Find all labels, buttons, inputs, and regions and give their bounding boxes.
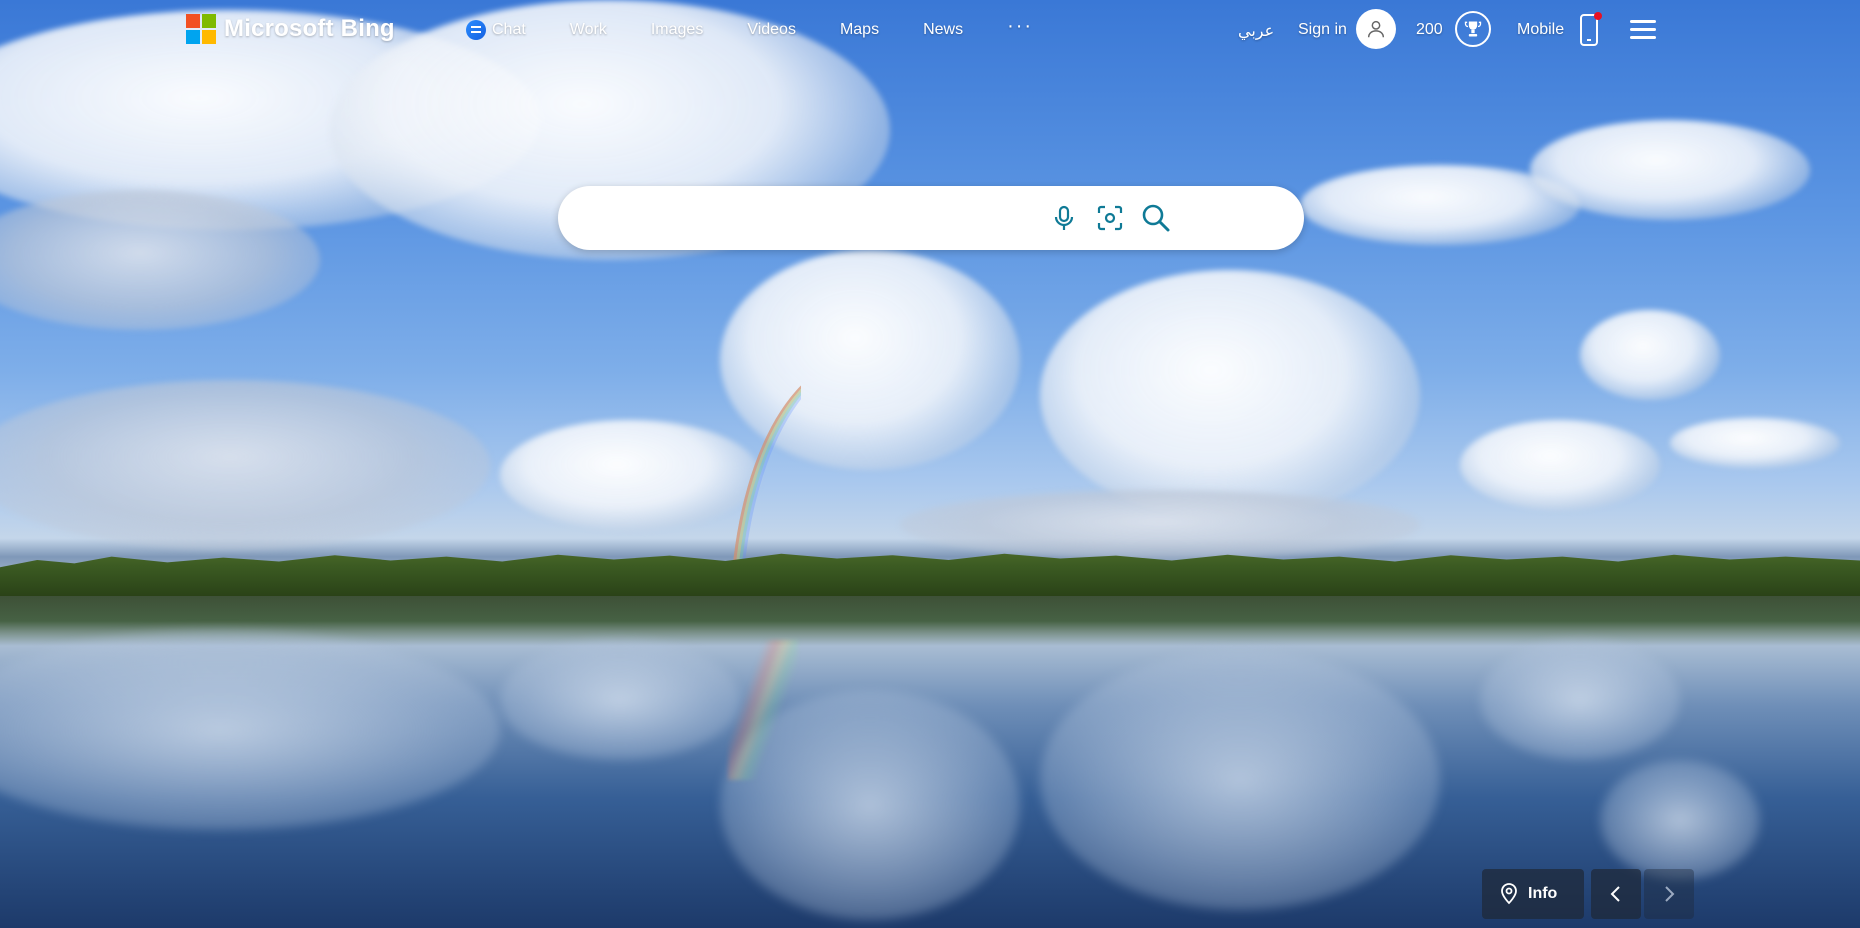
- search-icon: [1142, 204, 1170, 232]
- notification-dot: [1594, 12, 1602, 20]
- hamburger-icon: [1630, 20, 1656, 23]
- cloud: [0, 380, 490, 550]
- previous-image-button[interactable]: [1591, 869, 1641, 919]
- image-info-button[interactable]: Info: [1482, 869, 1584, 919]
- search-submit-button[interactable]: [1140, 202, 1172, 234]
- chevron-right-icon: [1665, 886, 1675, 902]
- background-image: [0, 0, 1860, 928]
- cloud: [1670, 418, 1840, 468]
- info-label: Info: [1528, 885, 1558, 902]
- microphone-icon: [1054, 205, 1074, 230]
- mobile-link[interactable]: Mobile: [1517, 21, 1564, 39]
- chevron-left-icon: [1610, 886, 1620, 902]
- tree-line: [0, 553, 1860, 596]
- hamburger-menu-button[interactable]: [1630, 20, 1656, 40]
- location-pin-icon: [1501, 883, 1517, 905]
- cloud-reflection: [500, 640, 740, 760]
- language-link[interactable]: عربي: [1238, 21, 1274, 41]
- hamburger-icon: [1630, 36, 1656, 39]
- camera-icon: [1097, 205, 1123, 231]
- cloud: [1460, 420, 1660, 510]
- sign-in-link[interactable]: Sign in: [1298, 21, 1347, 39]
- trophy-icon[interactable]: [1455, 11, 1491, 47]
- cloud-reflection: [1480, 640, 1680, 760]
- visual-search-button[interactable]: [1094, 202, 1126, 234]
- cloud: [1580, 310, 1720, 400]
- phone-icon[interactable]: [1580, 12, 1602, 46]
- cloud-reflection: [1600, 760, 1760, 880]
- cloud-reflection: [1040, 650, 1440, 910]
- cloud: [900, 490, 1420, 560]
- next-image-button[interactable]: [1644, 869, 1694, 919]
- rewards-points[interactable]: 200: [1416, 21, 1443, 39]
- cloud: [500, 420, 760, 530]
- cloud: [1040, 270, 1420, 520]
- user-avatar-button[interactable]: [1356, 9, 1396, 49]
- bing-homepage: Microsoft Bing Chat Work Images Videos M…: [0, 0, 1860, 928]
- hamburger-icon: [1630, 28, 1656, 31]
- voice-search-button[interactable]: [1048, 202, 1080, 234]
- trophy-glyph: [1464, 21, 1482, 37]
- header-right-group: عربي Sign in 200 Mobile: [0, 8, 1860, 52]
- search-box: [558, 186, 1304, 250]
- cloud: [1530, 120, 1810, 220]
- top-header: Microsoft Bing Chat Work Images Videos M…: [0, 0, 1860, 60]
- rainbow-reflection: [728, 640, 798, 780]
- cloud-reflection: [0, 630, 500, 830]
- user-icon: [1367, 20, 1385, 38]
